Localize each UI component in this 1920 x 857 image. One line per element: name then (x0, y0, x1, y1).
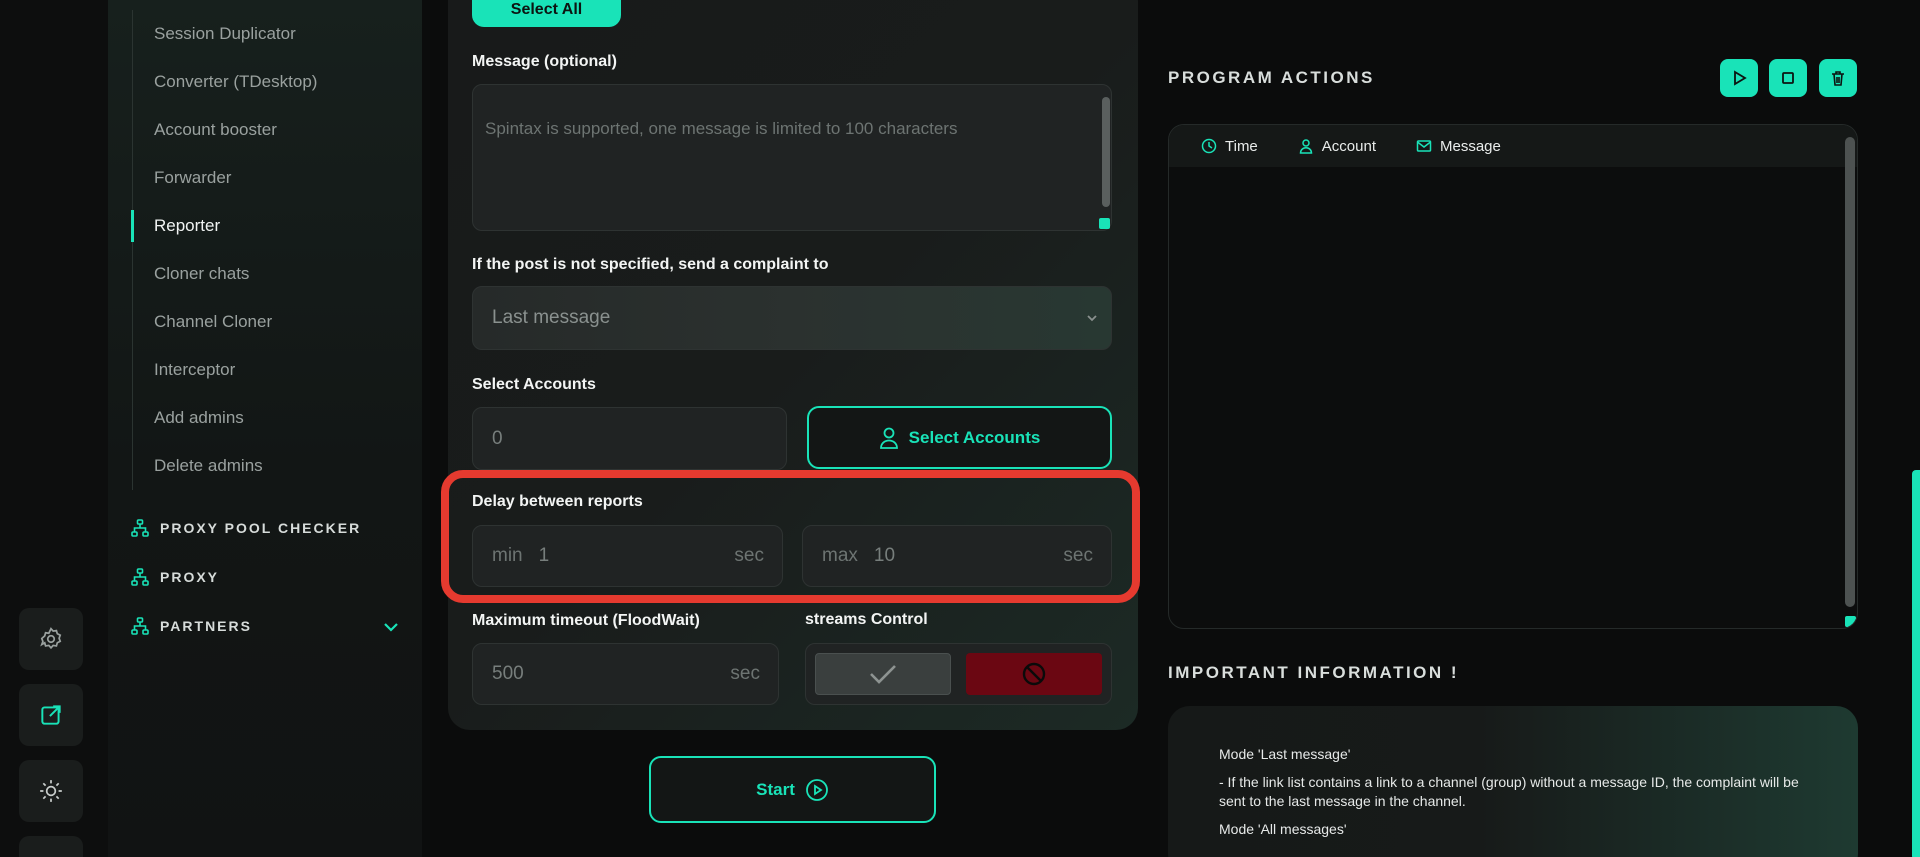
select-accounts-label: Select Accounts (472, 376, 596, 393)
complaint-target-label: If the post is not specified, send a com… (472, 256, 829, 273)
trash-icon (1832, 71, 1844, 86)
sidebar-item-converter[interactable]: Converter (TDesktop) (133, 58, 422, 106)
sidebar-item-channel-cloner[interactable]: Channel Cloner (133, 298, 422, 346)
start-button[interactable]: Start (649, 756, 936, 823)
message-textarea[interactable]: Spintax is supported, one message is lim… (472, 84, 1112, 231)
play-circle-icon (805, 778, 828, 801)
sidebar-group-partners[interactable]: PARTNERS (130, 616, 252, 636)
hierarchy-icon (131, 519, 149, 537)
sidebar-item-cloner-chats[interactable]: Cloner chats (133, 250, 422, 298)
actions-log-table: Time Account Message (1168, 124, 1858, 629)
info-line: Mode 'All messages' (1219, 821, 1347, 837)
mail-icon (1416, 140, 1432, 152)
complaint-target-value: Last message (492, 307, 611, 328)
timeout-field[interactable]: 500 sec (472, 643, 779, 705)
sun-theme-icon (40, 780, 62, 802)
log-resize-handle[interactable] (1845, 616, 1856, 627)
log-column-message: Message (1416, 138, 1501, 155)
program-actions-title: PROGRAM ACTIONS (1168, 68, 1375, 87)
sidebar-item-reporter[interactable]: Reporter (131, 202, 422, 250)
delay-highlight-box (441, 470, 1140, 603)
log-scrollbar[interactable] (1845, 137, 1855, 607)
sidebar-group-proxy-pool-checker[interactable]: PROXY POOL CHECKER (130, 518, 361, 538)
info-line: - If the link list contains a link to a … (1219, 774, 1799, 809)
stop-button[interactable] (1769, 59, 1807, 97)
important-info-box: Mode 'Last message' - If the link list c… (1168, 706, 1858, 857)
play-button[interactable] (1720, 59, 1758, 97)
log-column-account: Account (1298, 138, 1376, 155)
log-header: Time Account Message (1169, 125, 1857, 167)
play-icon (1734, 70, 1747, 86)
hierarchy-icon (131, 617, 149, 635)
page-scrollbar[interactable] (1912, 470, 1920, 857)
streams-control (805, 643, 1112, 705)
complaint-target-select[interactable]: Last message (472, 286, 1112, 350)
streams-enable-button[interactable] (815, 653, 951, 695)
grid-menu-button[interactable] (19, 836, 83, 857)
info-line: Mode 'Last message' (1219, 746, 1351, 762)
textarea-resize-handle[interactable] (1099, 218, 1110, 229)
user-icon (1299, 139, 1313, 154)
sidebar-item-delete-admins[interactable]: Delete admins (133, 442, 422, 490)
message-placeholder: Spintax is supported, one message is lim… (485, 119, 958, 138)
sidebar-item-account-booster[interactable]: Account booster (133, 106, 422, 154)
streams-disable-button[interactable] (966, 653, 1102, 695)
sidebar-group-proxy[interactable]: PROXY (130, 567, 219, 587)
timeout-unit: sec (730, 663, 760, 684)
chevron-down-icon[interactable] (382, 618, 400, 636)
accounts-count-value: 0 (492, 427, 503, 449)
ban-icon (1022, 662, 1046, 686)
sidebar-item-interceptor[interactable]: Interceptor (133, 346, 422, 394)
stop-icon (1782, 72, 1794, 84)
important-info-title: IMPORTANT INFORMATION ! (1168, 663, 1460, 682)
settings-button[interactable] (19, 608, 83, 670)
chevron-down-icon (1087, 315, 1097, 322)
clear-log-button[interactable] (1819, 59, 1857, 97)
streams-control-label: streams Control (805, 611, 928, 628)
external-link-button[interactable] (19, 684, 83, 746)
clock-icon (1201, 138, 1217, 154)
select-all-button[interactable]: Select All (472, 0, 621, 27)
left-rail (0, 0, 108, 857)
settings-gear-icon (40, 627, 62, 650)
log-column-time: Time (1201, 138, 1258, 155)
timeout-value: 500 (492, 663, 524, 684)
select-accounts-button[interactable]: Select Accounts (807, 406, 1112, 469)
external-link-icon (41, 705, 61, 725)
sidebar: Session Duplicator Converter (TDesktop) … (108, 0, 422, 857)
user-icon (879, 427, 898, 449)
textarea-scrollbar[interactable] (1102, 97, 1110, 207)
sidebar-item-add-admins[interactable]: Add admins (133, 394, 422, 442)
sidebar-item-forwarder[interactable]: Forwarder (133, 154, 422, 202)
sidebar-menu: Session Duplicator Converter (TDesktop) … (131, 10, 422, 490)
message-label: Message (optional) (472, 53, 617, 70)
theme-toggle-button[interactable] (19, 760, 83, 822)
check-icon (870, 665, 896, 684)
accounts-count-field[interactable]: 0 (472, 407, 787, 470)
sidebar-item-session-duplicator[interactable]: Session Duplicator (133, 10, 422, 58)
hierarchy-icon (131, 568, 149, 586)
timeout-label: Maximum timeout (FloodWait) (472, 612, 700, 629)
